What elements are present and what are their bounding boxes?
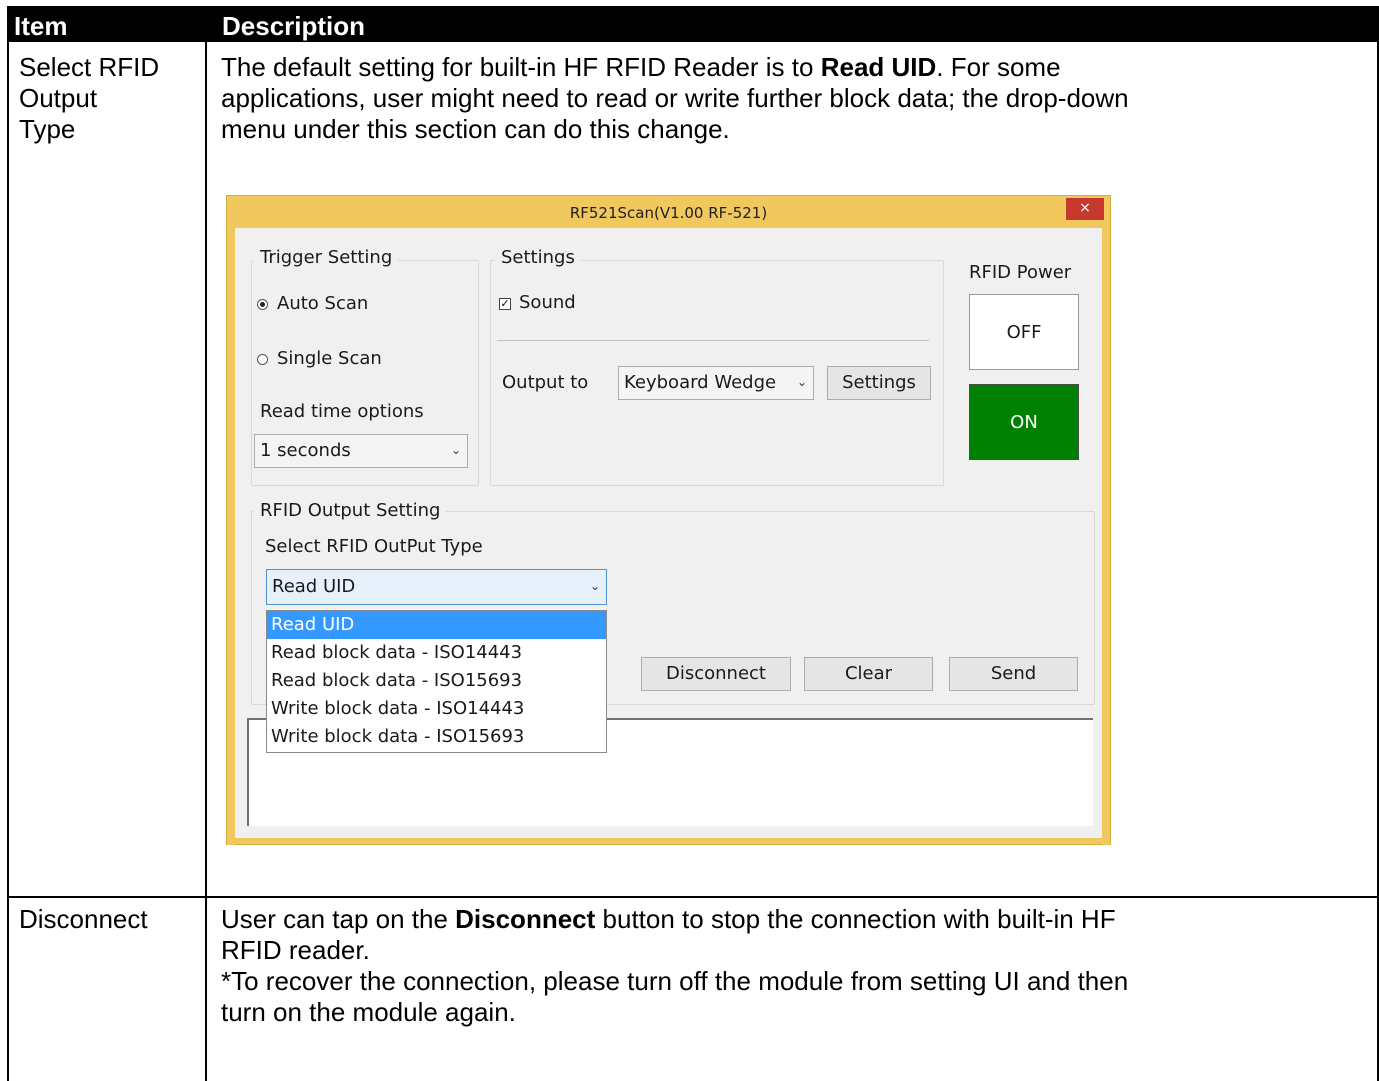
dialog-title-bar: RF521Scan(V1.00 RF-521) × — [227, 196, 1110, 228]
row-description-disconnect: User can tap on the Disconnect button to… — [221, 904, 1128, 1028]
dialog-frame-right — [1102, 228, 1110, 845]
read-time-value: 1 seconds — [260, 440, 351, 461]
rfid-power-label: RFID Power — [969, 262, 1072, 283]
single-scan-label[interactable]: Single Scan — [277, 348, 382, 369]
rf521scan-dialog: RF521Scan(V1.00 RF-521) × Trigger Settin… — [226, 195, 1111, 845]
clear-button[interactable]: Clear — [804, 657, 933, 691]
desc-line: turn on the module again. — [221, 997, 516, 1027]
auto-scan-radio[interactable] — [257, 299, 268, 310]
item-line: Disconnect — [19, 904, 148, 934]
rfid-power-off-button[interactable]: OFF — [969, 294, 1079, 370]
rfid-power-on-button[interactable]: ON — [969, 384, 1079, 460]
disconnect-button[interactable]: Disconnect — [641, 657, 791, 691]
dropdown-option-read-iso15693[interactable]: Read block data - ISO15693 — [267, 667, 606, 695]
dialog-frame-left — [227, 228, 235, 845]
output-type-value: Read UID — [272, 576, 356, 597]
row-item-select-rfid-output-type: Select RFID Output Type — [19, 52, 159, 145]
read-time-select[interactable]: 1 seconds ⌄ — [254, 434, 468, 468]
select-output-type-label: Select RFID OutPut Type — [265, 536, 483, 557]
dropdown-option-read-uid[interactable]: Read UID — [267, 611, 606, 639]
read-time-options-label: Read time options — [260, 401, 424, 422]
settings-divider — [497, 340, 929, 341]
item-line: Output — [19, 83, 98, 113]
settings-button[interactable]: Settings — [827, 366, 931, 400]
sound-checkbox[interactable]: ✓ — [499, 298, 511, 310]
desc-line: User can tap on the Disconnect button to… — [221, 904, 1116, 934]
output-to-value: Keyboard Wedge — [624, 372, 777, 393]
dialog-title: RF521Scan(V1.00 RF-521) — [569, 204, 768, 222]
output-to-label: Output to — [502, 372, 589, 393]
desc-line: The default setting for built-in HF RFID… — [221, 52, 1061, 82]
table-border-left — [7, 42, 9, 1081]
send-button[interactable]: Send — [949, 657, 1078, 691]
desc-line: RFID reader. — [221, 935, 370, 965]
item-line: Type — [19, 114, 76, 144]
sound-label[interactable]: Sound — [519, 292, 576, 313]
header-item: Item — [14, 11, 68, 41]
trigger-setting-label: Trigger Setting — [254, 247, 399, 268]
row-item-disconnect: Disconnect — [19, 904, 148, 935]
output-type-dropdown-list: Read UID Read block data - ISO14443 Read… — [266, 610, 607, 753]
single-scan-radio[interactable] — [257, 354, 268, 365]
item-line: Select RFID — [19, 52, 160, 82]
table-row-divider — [7, 896, 1379, 898]
dialog-frame-bottom — [227, 838, 1110, 844]
desc-line: applications, user might need to read or… — [221, 83, 1129, 113]
dropdown-option-read-iso14443[interactable]: Read block data - ISO14443 — [267, 639, 606, 667]
dropdown-option-write-iso14443[interactable]: Write block data - ISO14443 — [267, 695, 606, 723]
rfid-output-setting-label: RFID Output Setting — [254, 500, 447, 521]
settings-label: Settings — [495, 247, 581, 268]
output-to-select[interactable]: Keyboard Wedge ⌄ — [618, 366, 814, 400]
dropdown-option-write-iso15693[interactable]: Write block data - ISO15693 — [267, 723, 606, 751]
chevron-down-icon: ⌄ — [796, 375, 807, 389]
close-icon[interactable]: × — [1066, 198, 1104, 220]
desc-line: *To recover the connection, please turn … — [221, 966, 1129, 996]
table-header-row: Item Description — [7, 6, 1379, 42]
row-description-output-type: The default setting for built-in HF RFID… — [221, 52, 1129, 145]
output-type-select[interactable]: Read UID ⌄ — [266, 569, 607, 605]
chevron-down-icon: ⌄ — [589, 579, 600, 593]
chevron-down-icon: ⌄ — [450, 443, 461, 457]
table-column-divider — [205, 42, 207, 1081]
desc-line: menu under this section can do this chan… — [221, 114, 730, 144]
auto-scan-label[interactable]: Auto Scan — [277, 293, 368, 314]
header-description: Description — [222, 11, 366, 41]
